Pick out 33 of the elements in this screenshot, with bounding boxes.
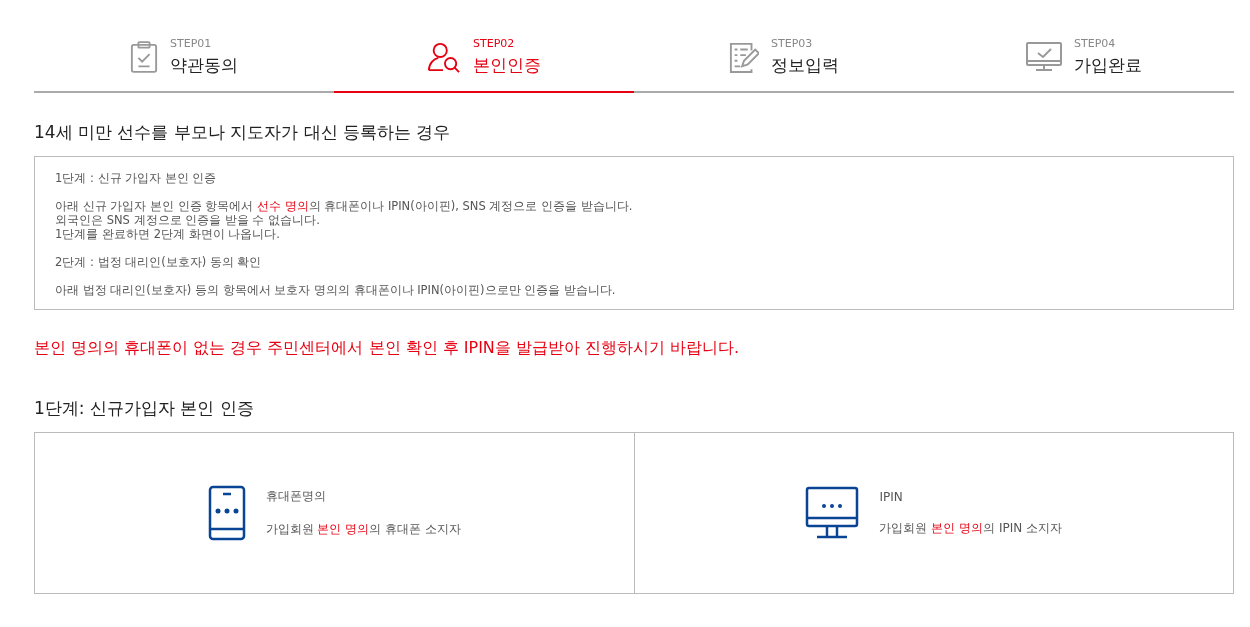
step-tab[interactable]: STEP03 정보입력: [634, 22, 934, 93]
person-search-icon: [427, 40, 461, 73]
option-title: IPIN: [879, 489, 904, 504]
monitor-icon: [805, 486, 860, 540]
option-description: 가입회원 본인 명의 의 휴대폰 소지자: [265, 521, 461, 538]
notice-text: 1단계 : 신규 가입자 본인 인증: [55, 171, 218, 185]
notice-text: 외국인은 SNS 계정으로 인증을 받을 수 없습니다.: [55, 213, 321, 227]
step-label: 가입완료: [1074, 53, 1142, 77]
step-number: STEP02: [473, 36, 516, 50]
notice-text: 1단계를 완료하면 2단계 화면이 나옵니다.: [55, 227, 281, 241]
step-label: 정보입력: [771, 53, 839, 77]
option-title: 휴대폰명의: [265, 488, 327, 505]
step-label: 약관동의: [170, 53, 238, 77]
step-number: STEP04: [1074, 36, 1117, 50]
step-number: STEP03: [771, 36, 814, 50]
notice-text: 2단계 : 법정 대리인(보호자) 동의 확인: [55, 255, 263, 269]
clipboard-icon: [130, 40, 158, 73]
form-pen-icon: [729, 40, 759, 73]
auth-option[interactable]: IPIN 가입회원 본인 명의 의 IPIN 소지자: [633, 433, 1233, 593]
notice-text: 아래 신규 가입자 본인 인증 항목에서 선수 명의 의 휴대폰이나 IPIN(아이핀), SNS 계정으로 인증을 받습니다.: [55, 199, 634, 213]
step-tab[interactable]: STEP01 약관동의: [34, 22, 334, 93]
step-tab[interactable]: STEP04 가입완료: [934, 22, 1234, 93]
phone-icon: [207, 485, 246, 541]
section-title: 1단계: 신규가입자 본인 인증: [34, 397, 255, 420]
auth-option[interactable]: 휴대폰명의 가입회원 본인 명의 의 휴대폰 소지자: [35, 433, 634, 593]
step-label: 본인인증: [473, 53, 541, 77]
option-description: 가입회원 본인 명의 의 IPIN 소지자: [879, 519, 1063, 537]
step-tab[interactable]: STEP02 본인인증: [334, 22, 634, 93]
warning-text: 본인 명의의 휴대폰이 없는 경우 주민센터에서 본인 확인 후 IPIN을 발급받아 진행하시기 바랍니다.: [34, 338, 741, 359]
notice-text: 아래 법정 대리인(보호자) 등의 항목에서 보호자 명의의 휴대폰이나 IPIN(아이핀)으로만 인증을 받습니다.: [55, 283, 617, 297]
step-number: STEP01: [170, 36, 213, 50]
section-title: 14세 미만 선수를 부모나 지도자가 대신 등록하는 경우: [34, 121, 452, 144]
monitor-check-icon: [1026, 41, 1062, 72]
